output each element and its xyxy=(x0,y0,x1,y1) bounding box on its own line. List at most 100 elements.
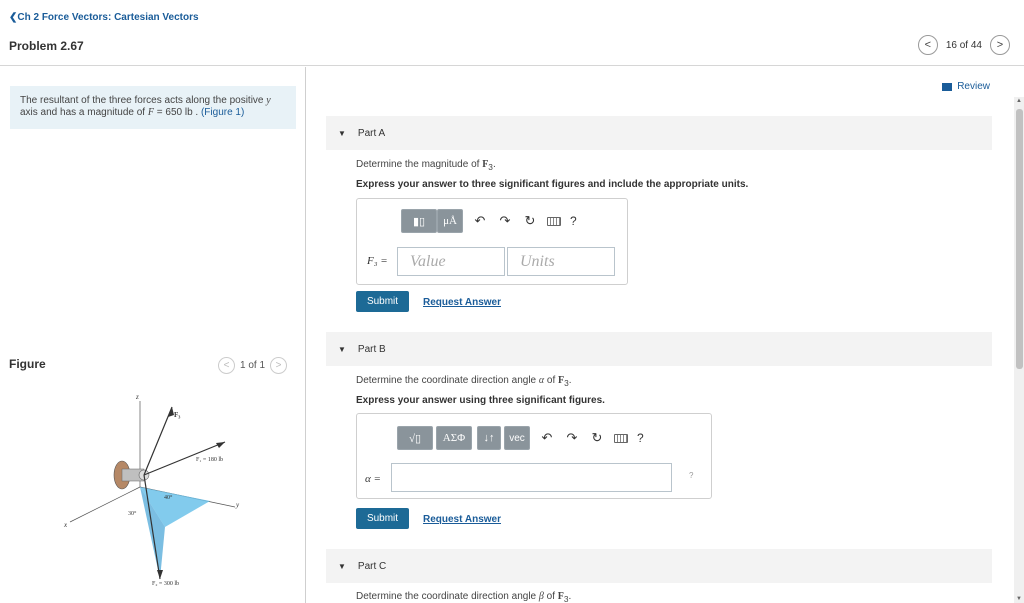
part-c-question-end: . xyxy=(568,591,572,602)
part-a-question-text: Determine the magnitude of xyxy=(356,159,483,170)
part-a-title: Part A xyxy=(357,127,386,139)
part-c-question: Determine the coordinate direction angle… xyxy=(356,591,571,603)
label-40deg: 40° xyxy=(164,494,173,501)
part-c-question-mid: of xyxy=(543,591,558,602)
back-to-chapter-link[interactable]: ❮Ch 2 Force Vectors: Cartesian Vectors xyxy=(9,12,199,23)
templates-button[interactable]: ▮▯ xyxy=(401,209,437,233)
part-b-toolbar: √▯ ΑΣΦ ↓↑ vec ↶ ↷ ↻ ? xyxy=(397,426,644,450)
problem-text-2: axis and has a magnitude of xyxy=(20,107,148,118)
caret-down-icon: ▼ xyxy=(338,344,346,354)
left-panel: The resultant of the three forces acts a… xyxy=(0,67,306,603)
part-b-question-end: . xyxy=(568,375,572,386)
part-b-question-mid: of xyxy=(544,375,559,386)
undo-icon[interactable]: ↶ xyxy=(539,430,555,446)
part-c-title: Part C xyxy=(357,560,387,572)
axis-variable: y xyxy=(266,95,271,106)
review-label: Review xyxy=(957,81,990,92)
prev-problem-button[interactable]: < xyxy=(917,35,938,55)
arrow-f1 xyxy=(216,442,225,448)
redo-icon[interactable]: ↷ xyxy=(564,430,580,446)
part-b-header[interactable]: ▼ Part B xyxy=(326,332,992,366)
prev-figure-button[interactable]: < xyxy=(218,357,235,374)
sort-icon: ↓↑ xyxy=(483,432,495,444)
redo-icon[interactable]: ↷ xyxy=(497,213,513,229)
chevron-right-icon: > xyxy=(996,39,1004,51)
problem-statement: The resultant of the three forces acts a… xyxy=(10,86,296,129)
part-c-question-text: Determine the coordinate direction angle xyxy=(356,591,539,602)
caret-down-icon: ▼ xyxy=(338,128,346,138)
label-y: y xyxy=(235,501,240,509)
part-c-header[interactable]: ▼ Part C xyxy=(326,549,992,583)
part-b-title: Part B xyxy=(357,343,386,355)
pager-text: 16 of 44 xyxy=(945,39,982,51)
part-b-submit-button[interactable]: Submit xyxy=(356,508,409,529)
review-link[interactable]: Review xyxy=(942,81,990,92)
part-b-request-answer-link[interactable]: Request Answer xyxy=(423,514,501,525)
right-panel: Review ▼ Part A Determine the magnitude … xyxy=(307,67,1024,603)
part-b-instructions: Express your answer using three signific… xyxy=(356,395,605,406)
book-icon xyxy=(942,82,953,91)
part-a-units-input[interactable]: Units xyxy=(507,247,615,276)
part-a-instructions: Express your answer to three significant… xyxy=(356,179,749,190)
figure-link[interactable]: (Figure 1) xyxy=(201,107,244,118)
part-a-request-answer-link[interactable]: Request Answer xyxy=(423,297,501,308)
problem-text-1: The resultant of the three forces acts a… xyxy=(20,95,267,106)
help-icon[interactable]: ? xyxy=(570,214,577,228)
label-f3: F₃ xyxy=(174,411,180,419)
arrow-f2 xyxy=(157,570,163,579)
caret-down-icon: ▼ xyxy=(338,561,346,571)
part-a-answer-box: ▮▯ μÅ ↶ ↷ ↻ ? F₃ = Value Units xyxy=(356,198,628,285)
scroll-thumb[interactable] xyxy=(1016,109,1023,369)
label-f2: F₂ = 300 lb xyxy=(152,581,179,587)
sort-button[interactable]: ↓↑ xyxy=(477,426,501,450)
label-x: x xyxy=(63,521,68,529)
greek-icon: ΑΣΦ xyxy=(442,432,466,444)
undo-icon[interactable]: ↶ xyxy=(472,213,488,229)
top-bar: ❮Ch 2 Force Vectors: Cartesian Vectors P… xyxy=(0,0,1024,66)
part-b-answer-input[interactable] xyxy=(391,463,672,492)
figure-pager-text: 1 of 1 xyxy=(240,360,266,371)
templates-icon: ▮▯ xyxy=(412,215,426,228)
part-a-header[interactable]: ▼ Part A xyxy=(326,116,992,150)
part-b-variable-label: α = xyxy=(365,473,381,485)
force-diagram: z x y F₃ F₁ = 180 lb F₂ = 300 lb 40° 30° xyxy=(63,393,240,587)
help-icon[interactable]: ? xyxy=(637,431,644,445)
chevron-right-icon: > xyxy=(275,360,282,371)
keyboard-icon[interactable] xyxy=(547,216,561,226)
scroll-up-icon[interactable]: ▲ xyxy=(1016,98,1022,104)
part-a-toolbar: ▮▯ μÅ ↶ ↷ ↻ ? xyxy=(401,209,577,233)
part-b-question: Determine the coordinate direction angle… xyxy=(356,375,572,388)
scrollbar[interactable]: ▲ ▼ xyxy=(1014,97,1024,603)
keyboard-icon[interactable] xyxy=(614,433,628,443)
figure-pager: < 1 of 1 > xyxy=(218,357,288,374)
next-figure-button[interactable]: > xyxy=(270,357,288,374)
vec-label: vec xyxy=(509,432,525,444)
reset-icon[interactable]: ↻ xyxy=(589,430,605,446)
chevron-left-icon: < xyxy=(924,39,932,51)
greek-button[interactable]: ΑΣΦ xyxy=(436,426,472,450)
figure-label: Figure xyxy=(9,357,46,371)
sqrt-icon: √▯ xyxy=(408,432,422,445)
label-z: z xyxy=(135,393,139,401)
label-30deg: 30° xyxy=(128,510,137,517)
reset-icon[interactable]: ↻ xyxy=(522,213,538,229)
part-a-question-end: . xyxy=(492,159,496,170)
part-a-question: Determine the magnitude of F3. xyxy=(356,159,496,172)
units-icon: μÅ xyxy=(443,215,457,227)
problem-title: Problem 2.67 xyxy=(9,39,84,53)
problem-text-3: = 650 lb . xyxy=(153,107,201,118)
label-f1: F₁ = 180 lb xyxy=(196,457,223,463)
next-problem-button[interactable]: > xyxy=(990,35,1010,55)
part-b-side-mark: ? xyxy=(689,471,694,480)
part-a-variable-label: F₃ = xyxy=(367,255,388,267)
problem-pager: < 16 of 44 > xyxy=(917,35,1010,55)
units-button[interactable]: μÅ xyxy=(437,209,463,233)
part-a-submit-button[interactable]: Submit xyxy=(356,291,409,312)
sqrt-button[interactable]: √▯ xyxy=(397,426,433,450)
chevron-left-icon: < xyxy=(223,360,230,371)
vec-button[interactable]: vec xyxy=(504,426,530,450)
part-a-value-input[interactable]: Value xyxy=(397,247,505,276)
part-b-answer-box: √▯ ΑΣΦ ↓↑ vec ↶ ↷ ↻ ? α = ? xyxy=(356,413,712,499)
scroll-down-icon[interactable]: ▼ xyxy=(1016,596,1022,602)
part-b-question-text: Determine the coordinate direction angle xyxy=(356,375,539,386)
